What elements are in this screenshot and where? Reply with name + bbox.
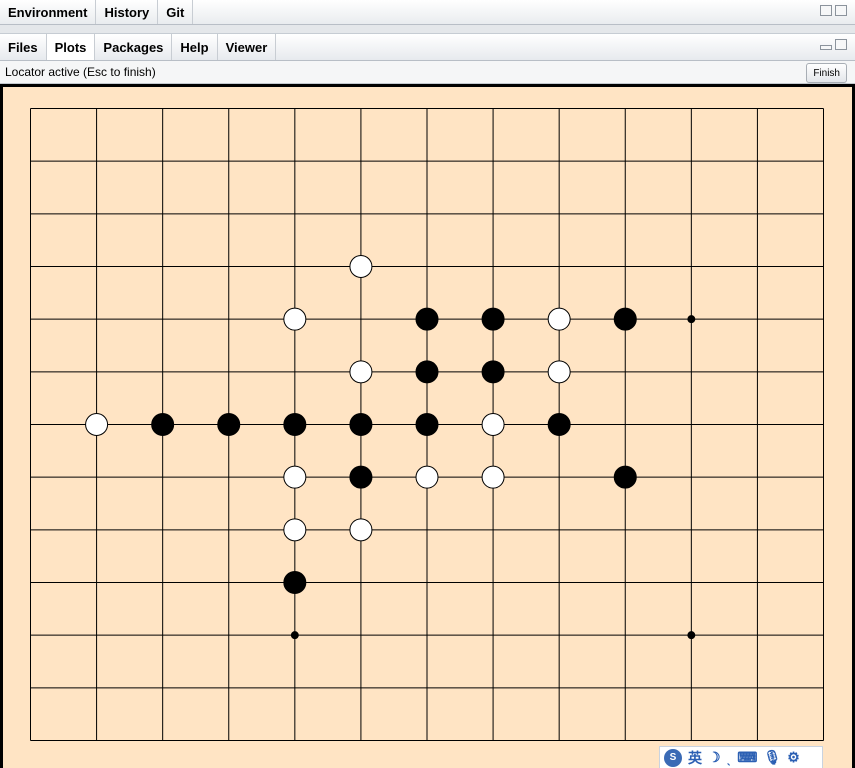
black-stone bbox=[349, 465, 373, 489]
gear-icon[interactable]: ⚙ bbox=[787, 749, 800, 766]
top-pane-window-controls bbox=[820, 5, 847, 16]
white-stone bbox=[283, 307, 307, 331]
black-stone bbox=[283, 413, 307, 436]
white-stone bbox=[415, 465, 439, 489]
white-stone bbox=[547, 307, 571, 331]
black-stone bbox=[415, 360, 439, 384]
black-stone bbox=[613, 307, 637, 331]
white-stone bbox=[283, 465, 307, 489]
locator-status-text: Locator active (Esc to finish) bbox=[5, 65, 156, 79]
finish-button[interactable]: Finish bbox=[806, 63, 847, 83]
go-board-plot[interactable] bbox=[3, 87, 852, 768]
white-stone bbox=[481, 465, 505, 489]
white-stone bbox=[283, 518, 307, 542]
white-stone bbox=[349, 360, 373, 384]
keyboard-icon[interactable]: ⌨ bbox=[737, 749, 757, 766]
minimize-icon[interactable] bbox=[820, 45, 832, 50]
black-stone bbox=[613, 465, 637, 489]
black-stone bbox=[415, 307, 439, 331]
top-pane-tabbar: Environment History Git bbox=[0, 0, 855, 25]
plot-frame bbox=[0, 84, 855, 768]
tab-help[interactable]: Help bbox=[172, 34, 218, 60]
ime-toolbar: S 英 ☽ ˎ ⌨ 🎙 ⚙ bbox=[659, 746, 823, 768]
punctuation-icon[interactable]: ˎ bbox=[727, 750, 732, 766]
ime-logo-icon[interactable]: S bbox=[664, 748, 682, 767]
tab-git[interactable]: Git bbox=[158, 0, 194, 24]
black-stone bbox=[349, 413, 373, 436]
black-stone bbox=[547, 413, 571, 436]
black-stone bbox=[151, 413, 175, 436]
white-stone bbox=[349, 255, 373, 278]
black-stone bbox=[481, 360, 505, 384]
bottom-pane-tabbar: Files Plots Packages Help Viewer bbox=[0, 33, 855, 61]
maximize-icon[interactable] bbox=[835, 39, 847, 50]
tab-history[interactable]: History bbox=[96, 0, 159, 24]
restore-icon[interactable] bbox=[820, 5, 832, 16]
black-stone bbox=[481, 307, 505, 331]
tab-environment[interactable]: Environment bbox=[0, 0, 97, 24]
star-point bbox=[290, 631, 299, 640]
tab-viewer[interactable]: Viewer bbox=[218, 34, 277, 60]
black-stone bbox=[415, 413, 439, 436]
star-point bbox=[687, 315, 696, 324]
star-point bbox=[687, 631, 696, 640]
white-stone bbox=[85, 413, 109, 436]
plot-toolbar: Locator active (Esc to finish) Finish bbox=[0, 61, 855, 84]
tab-files[interactable]: Files bbox=[0, 34, 47, 60]
bottom-pane-window-controls bbox=[820, 39, 847, 50]
black-stone bbox=[283, 571, 307, 594]
ime-language-toggle[interactable]: 英 bbox=[688, 748, 702, 768]
go-board-svg[interactable] bbox=[3, 87, 852, 768]
moon-icon[interactable]: ☽ bbox=[708, 749, 721, 766]
white-stone bbox=[481, 413, 505, 436]
pane-splitter[interactable] bbox=[0, 25, 855, 33]
black-stone bbox=[217, 413, 241, 436]
tab-plots[interactable]: Plots bbox=[46, 34, 96, 60]
white-stone bbox=[349, 518, 373, 542]
tab-packages[interactable]: Packages bbox=[95, 34, 173, 60]
microphone-icon[interactable]: 🎙 bbox=[763, 749, 781, 766]
maximize-icon[interactable] bbox=[835, 5, 847, 16]
white-stone bbox=[547, 360, 571, 384]
